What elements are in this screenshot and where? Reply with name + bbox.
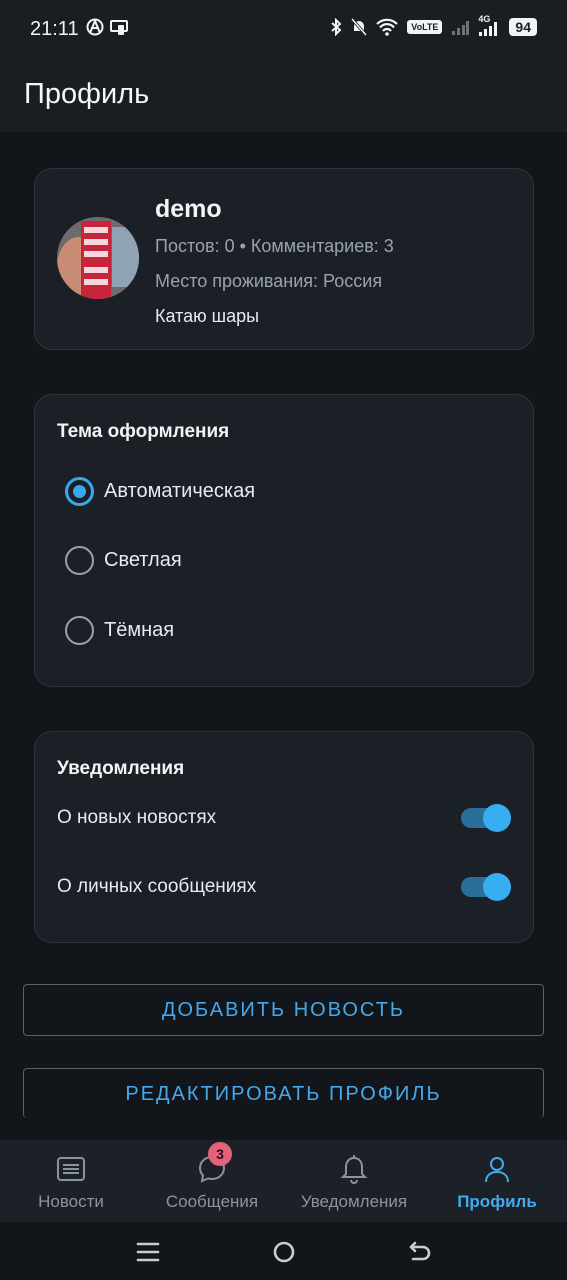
- volte-badge: VoLTE: [407, 20, 443, 34]
- nav-label: Уведомления: [300, 1192, 408, 1211]
- bell-icon: [340, 1155, 368, 1184]
- screen-mirror-icon: [110, 20, 128, 35]
- news-icon: [57, 1157, 85, 1181]
- nav-item-notifications[interactable]: Уведомления: [292, 1140, 416, 1222]
- page-title: Профиль: [24, 78, 150, 110]
- toggle-label: О личных сообщениях: [57, 876, 257, 897]
- status-left-icons: [86, 18, 128, 36]
- theme-title: Тема оформления: [57, 421, 230, 442]
- add-news-button[interactable]: ДОБАВИТЬ НОВОСТЬ: [23, 984, 544, 1036]
- signal-4g: 4G: [478, 14, 500, 36]
- recents-icon[interactable]: [135, 1239, 161, 1265]
- anarchy-icon: [86, 18, 104, 36]
- notifications-title: Уведомления: [57, 758, 185, 779]
- bluetooth-icon: [331, 18, 342, 36]
- theme-card: Тема оформления Автоматическая Светлая Т…: [34, 394, 534, 687]
- radio-button-checked[interactable]: [65, 476, 94, 506]
- status-bar: 21:11 VoLTE 4G 94: [0, 0, 567, 60]
- person-icon: [485, 1157, 509, 1183]
- bottom-nav: Новости 3 Сообщения Уведомления Профиль: [0, 1140, 567, 1222]
- messages-toggle[interactable]: [461, 872, 511, 902]
- theme-option-light[interactable]: Светлая: [65, 540, 182, 580]
- toggle-label: О новых новостях: [57, 807, 217, 828]
- messages-badge: 3: [208, 1142, 232, 1166]
- edit-profile-button[interactable]: РЕДАКТИРОВАТЬ ПРОФИЛЬ: [23, 1068, 544, 1118]
- notification-news-row: О новых новостях: [57, 798, 511, 838]
- nav-label: Сообщения: [165, 1192, 259, 1211]
- nav-item-messages[interactable]: 3 Сообщения: [150, 1140, 274, 1222]
- radio-label: Тёмная: [104, 618, 175, 641]
- radio-button[interactable]: [65, 615, 94, 645]
- avatar[interactable]: [57, 217, 139, 299]
- wifi-icon: [376, 18, 399, 36]
- profile-location: Место проживания: Россия: [155, 271, 383, 291]
- radio-button[interactable]: [65, 545, 94, 575]
- nav-label: Новости: [38, 1192, 104, 1211]
- radio-label: Светлая: [104, 548, 182, 571]
- notification-messages-row: О личных сообщениях: [57, 867, 511, 907]
- profile-card: demo Постов: 0 • Комментариев: 3 Место п…: [34, 168, 534, 350]
- nav-item-profile[interactable]: Профиль: [444, 1140, 550, 1222]
- home-icon[interactable]: [271, 1239, 297, 1265]
- username: demo: [155, 195, 222, 223]
- battery-level: 94: [509, 18, 537, 36]
- radio-label: Автоматическая: [104, 479, 256, 502]
- status-right-icons: VoLTE 4G 94: [330, 14, 537, 36]
- profile-stats: Постов: 0 • Комментариев: 3: [155, 236, 394, 256]
- theme-option-dark[interactable]: Тёмная: [65, 610, 174, 650]
- signal-icon: [452, 21, 470, 35]
- news-toggle[interactable]: [461, 803, 511, 833]
- nav-item-news[interactable]: Новости: [14, 1140, 128, 1222]
- notifications-card: Уведомления О новых новостях О личных со…: [34, 731, 534, 943]
- status-time: 21:11: [30, 18, 79, 40]
- system-nav-bar: [0, 1222, 567, 1280]
- back-icon[interactable]: [407, 1239, 433, 1265]
- profile-status: Катаю шары: [155, 306, 260, 326]
- nav-label: Профиль: [457, 1192, 537, 1211]
- app-bar: Профиль: [0, 60, 567, 132]
- avatar-image: [57, 217, 139, 299]
- signal-4g-icon: [479, 22, 498, 36]
- theme-option-auto[interactable]: Автоматическая: [65, 471, 255, 511]
- bell-muted-icon: [351, 18, 368, 36]
